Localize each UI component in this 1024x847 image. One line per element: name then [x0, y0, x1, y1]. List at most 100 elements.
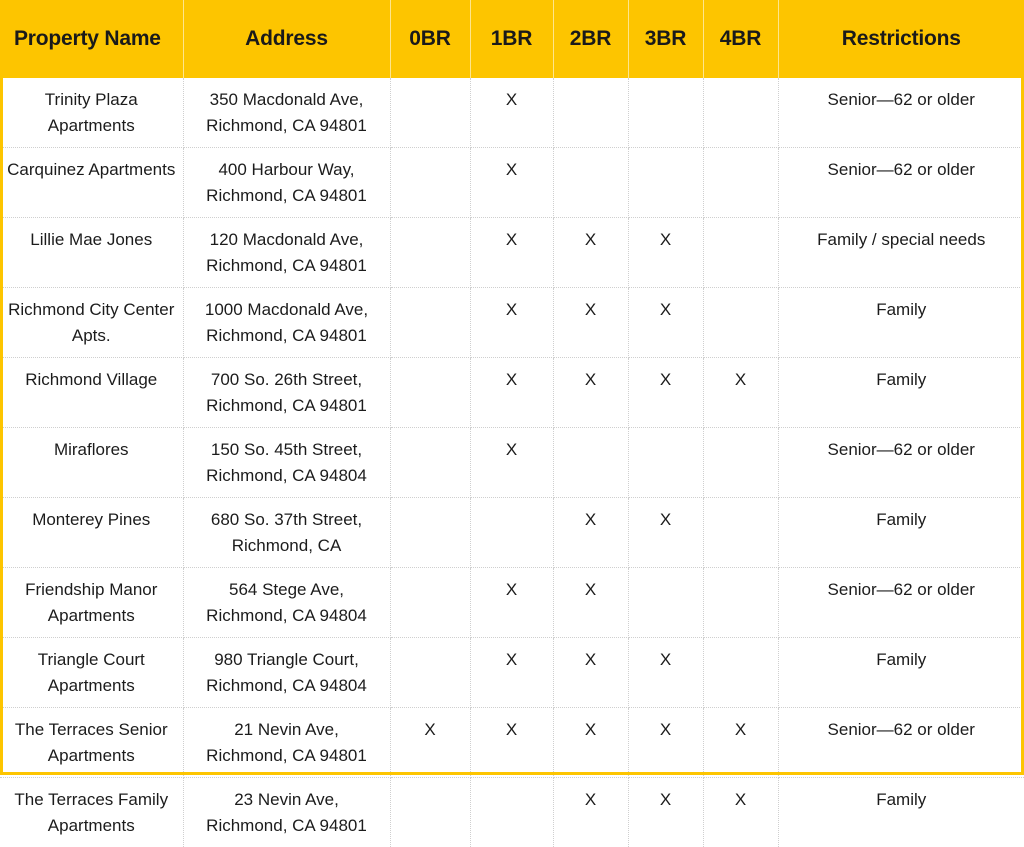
address-line-1: 980 Triangle Court,	[190, 647, 384, 673]
cell-0br-mark	[390, 428, 470, 498]
cell-0br-mark	[390, 78, 470, 148]
cell-restrictions: Family	[778, 638, 1024, 708]
cell-property-name: Trinity Plaza Apartments	[0, 78, 183, 148]
cell-4br-mark	[703, 568, 778, 638]
address-line-1: 120 Macdonald Ave,	[190, 227, 384, 253]
cell-4br-mark	[703, 148, 778, 218]
table-row: The Terraces Senior Apartments21 Nevin A…	[0, 708, 1024, 778]
cell-4br-mark	[703, 218, 778, 288]
cell-3br-mark: X	[628, 218, 703, 288]
table-row: Trinity Plaza Apartments 350 Macdonald Av…	[0, 78, 1024, 148]
column-header-1br[interactable]: 1BR	[470, 0, 553, 78]
cell-1br-mark: X	[470, 708, 553, 778]
cell-4br-mark: X	[703, 778, 778, 847]
cell-2br-mark: X	[553, 358, 628, 428]
cell-0br-mark: X	[390, 708, 470, 778]
address-line-2: Richmond, CA 94801	[190, 253, 384, 279]
table-row: Carquinez Apartments400 Harbour Way,Rich…	[0, 148, 1024, 218]
address-line-2: Richmond, CA 94801	[190, 323, 384, 349]
cell-2br-mark: X	[553, 288, 628, 358]
cell-address: 1000 Macdonald Ave,Richmond, CA 94801	[183, 288, 390, 358]
cell-4br-mark	[703, 78, 778, 148]
table-row: Friendship Manor Apartments564 Stege Ave…	[0, 568, 1024, 638]
column-header-property-name[interactable]: Property Name	[0, 0, 183, 78]
cell-restrictions: Family	[778, 358, 1024, 428]
address-line-2: Richmond, CA	[190, 533, 384, 559]
cell-address: 23 Nevin Ave,Richmond, CA 94801	[183, 778, 390, 847]
cell-4br-mark	[703, 638, 778, 708]
cell-3br-mark: X	[628, 638, 703, 708]
housing-table-container: Property Name Address 0BR 1BR 2BR 3BR 4B…	[0, 0, 1024, 775]
address-line-1: 1000 Macdonald Ave,	[190, 297, 384, 323]
table-row: Lillie Mae Jones120 Macdonald Ave,Richmo…	[0, 218, 1024, 288]
cell-2br-mark: X	[553, 568, 628, 638]
cell-restrictions: Senior—62 or older	[778, 78, 1024, 148]
cell-restrictions: Family	[778, 288, 1024, 358]
cell-property-name: Miraflores	[0, 428, 183, 498]
cell-4br-mark: X	[703, 358, 778, 428]
address-line-2: Richmond, CA 94801	[190, 393, 384, 419]
cell-4br-mark	[703, 428, 778, 498]
cell-restrictions: Senior—62 or older	[778, 568, 1024, 638]
address-line-1: 700 So. 26th Street,	[190, 367, 384, 393]
cell-address: 400 Harbour Way,Richmond, CA 94801	[183, 148, 390, 218]
affordable-housing-table: Property Name Address 0BR 1BR 2BR 3BR 4B…	[0, 0, 1024, 847]
cell-2br-mark	[553, 78, 628, 148]
cell-0br-mark	[390, 778, 470, 847]
address-line-2: Richmond, CA 94804	[190, 673, 384, 699]
cell-0br-mark	[390, 288, 470, 358]
table-row: Triangle Court Apartments980 Triangle Co…	[0, 638, 1024, 708]
cell-property-name: Monterey Pines	[0, 498, 183, 568]
cell-2br-mark: X	[553, 708, 628, 778]
cell-0br-mark	[390, 498, 470, 568]
address-line-1: 350 Macdonald Ave,	[190, 87, 384, 113]
cell-2br-mark: X	[553, 218, 628, 288]
address-line-1: 150 So. 45th Street,	[190, 437, 384, 463]
cell-property-name: Richmond City Center Apts.	[0, 288, 183, 358]
cell-3br-mark	[628, 568, 703, 638]
cell-0br-mark	[390, 358, 470, 428]
cell-address: 120 Macdonald Ave,Richmond, CA 94801	[183, 218, 390, 288]
address-line-1: 23 Nevin Ave,	[190, 787, 384, 813]
cell-address: 680 So. 37th Street,Richmond, CA	[183, 498, 390, 568]
cell-1br-mark: X	[470, 288, 553, 358]
cell-3br-mark: X	[628, 498, 703, 568]
cell-address: 564 Stege Ave,Richmond, CA 94804	[183, 568, 390, 638]
column-header-address[interactable]: Address	[183, 0, 390, 78]
column-header-4br[interactable]: 4BR	[703, 0, 778, 78]
column-header-3br[interactable]: 3BR	[628, 0, 703, 78]
address-line-1: 21 Nevin Ave,	[190, 717, 384, 743]
cell-1br-mark: X	[470, 218, 553, 288]
address-line-2: Richmond, CA 94804	[190, 463, 384, 489]
cell-4br-mark	[703, 498, 778, 568]
address-line-2: Richmond, CA 94801	[190, 743, 384, 769]
cell-property-name: Carquinez Apartments	[0, 148, 183, 218]
cell-3br-mark: X	[628, 708, 703, 778]
cell-3br-mark	[628, 78, 703, 148]
table-body: Trinity Plaza Apartments 350 Macdonald Av…	[0, 78, 1024, 847]
cell-1br-mark: X	[470, 78, 553, 148]
cell-address: 980 Triangle Court,Richmond, CA 94804	[183, 638, 390, 708]
cell-0br-mark	[390, 218, 470, 288]
column-header-0br[interactable]: 0BR	[390, 0, 470, 78]
table-row: Miraflores150 So. 45th Street,Richmond, …	[0, 428, 1024, 498]
cell-1br-mark: X	[470, 568, 553, 638]
cell-1br-mark	[470, 498, 553, 568]
cell-3br-mark: X	[628, 288, 703, 358]
address-line-2: Richmond, CA 94801	[190, 813, 384, 839]
address-line-2: Richmond, CA 94801	[190, 113, 384, 139]
address-line-1: 680 So. 37th Street,	[190, 507, 384, 533]
cell-4br-mark: X	[703, 708, 778, 778]
column-header-2br[interactable]: 2BR	[553, 0, 628, 78]
address-line-2: Richmond, CA 94801	[190, 183, 384, 209]
cell-3br-mark	[628, 148, 703, 218]
table-row: Monterey Pines680 So. 37th Street,Richmo…	[0, 498, 1024, 568]
cell-address: 150 So. 45th Street,Richmond, CA 94804	[183, 428, 390, 498]
cell-1br-mark	[470, 778, 553, 847]
column-header-restrictions[interactable]: Restrictions	[778, 0, 1024, 78]
table-row: The Terraces Family Apartments23 Nevin A…	[0, 778, 1024, 847]
cell-1br-mark: X	[470, 638, 553, 708]
cell-restrictions: Senior—62 or older	[778, 428, 1024, 498]
cell-restrictions: Family / special needs	[778, 218, 1024, 288]
cell-4br-mark	[703, 288, 778, 358]
